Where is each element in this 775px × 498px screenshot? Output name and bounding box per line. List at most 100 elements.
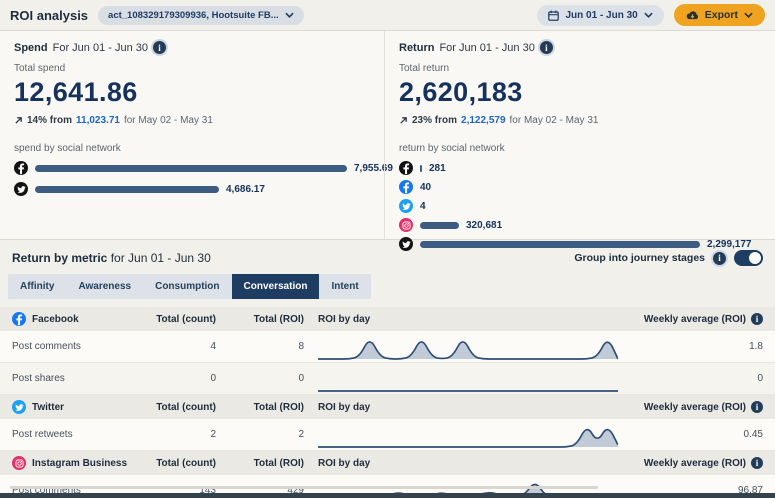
tab-conversation[interactable]: Conversation (232, 274, 320, 299)
date-range-label: Jun 01 - Jun 30 (565, 10, 637, 21)
page-title: ROI analysis (10, 8, 88, 23)
network-bar (420, 165, 422, 172)
network-label: Facebook (32, 314, 79, 325)
export-label: Export (705, 9, 738, 21)
metric-count: 0 (128, 373, 216, 384)
network-bar (420, 241, 700, 248)
network-bar-value: 2,299,177 (707, 239, 752, 250)
info-icon[interactable]: i (713, 252, 726, 265)
spend-panel: Spend For Jun 01 - Jun 30 i Total spend … (0, 31, 384, 239)
return-change-period: for May 02 - May 31 (510, 115, 599, 126)
tab-awareness[interactable]: Awareness (66, 274, 143, 299)
summary-panels: Spend For Jun 01 - Jun 30 i Total spend … (0, 31, 775, 240)
col-total-roi: Total (ROI) (216, 402, 304, 413)
metric-tabs: AffinityAwarenessConsumptionConversation… (8, 274, 371, 299)
return-change-pct: 23% from (412, 115, 457, 126)
table-row-post-retweets: Post retweets220.45 (0, 419, 775, 451)
twitter-dark-icon (399, 237, 413, 251)
instagram-icon (399, 218, 413, 232)
network-name: Facebook (0, 312, 128, 326)
date-range-picker[interactable]: Jun 01 - Jun 30 (537, 5, 663, 26)
total-return-value: 2,620,183 (399, 77, 761, 108)
network-bar-row: 40 (399, 180, 761, 194)
roi-analysis-page: ROI analysis act_108329179309936, Hootsu… (0, 0, 775, 498)
export-cloud-icon (686, 10, 699, 21)
return-previous-value-link[interactable]: 2,122,579 (461, 115, 506, 126)
ad-account-dropdown[interactable]: act_108329179309936, Hootsuite FB... (98, 6, 304, 25)
return-bars-label: return by social network (399, 143, 761, 154)
journey-stages-toggle[interactable] (734, 250, 763, 266)
return-panel: Return For Jun 01 - Jun 30 i Total retur… (385, 31, 775, 239)
col-total-count: Total (count) (128, 402, 216, 413)
metric-name: Post comments (0, 341, 128, 352)
metric-name: Post shares (0, 373, 128, 384)
toggle-knob (749, 252, 761, 264)
facebook-icon (12, 312, 26, 326)
weekly-average-label: Weekly average (ROI) (644, 314, 746, 325)
network-bar-value: 4 (420, 201, 426, 212)
network-bar (35, 186, 219, 193)
network-bar-row: 281 (399, 161, 761, 175)
section-header-instagram-business: Instagram BusinessTotal (count)Total (RO… (0, 451, 775, 475)
spend-subtitle: For Jun 01 - Jun 30 (53, 42, 148, 54)
info-icon[interactable]: i (751, 313, 763, 325)
info-icon[interactable]: i (153, 41, 166, 54)
metrics-title: Return by metric for Jun 01 - Jun 30 (12, 251, 211, 265)
tab-intent[interactable]: Intent (319, 274, 370, 299)
network-bar-row: 2,299,177 (399, 237, 761, 251)
col-roi-by-day: ROI by day (304, 458, 634, 469)
network-label: Instagram Business (32, 458, 127, 469)
spend-panel-title: Spend For Jun 01 - Jun 30 i (14, 41, 370, 54)
table-row-post-comments: Post comments481.8 (0, 331, 775, 363)
spend-title: Spend (14, 42, 48, 54)
network-bar (35, 165, 347, 172)
chevron-down-icon (744, 12, 753, 18)
network-name: Instagram Business (0, 456, 128, 470)
spend-change-period: for May 02 - May 31 (124, 115, 213, 126)
total-return-label: Total return (399, 63, 761, 74)
tab-affinity[interactable]: Affinity (8, 274, 66, 299)
metric-weekly-average: 0.45 (634, 429, 775, 440)
network-bar-value: 4,686.17 (226, 184, 265, 195)
col-weekly-average: Weekly average (ROI) i (634, 313, 775, 325)
network-name: Twitter (0, 400, 128, 414)
metric-roi: 8 (216, 341, 304, 352)
metric-name: Post retweets (0, 429, 128, 440)
facebook-dark-icon (14, 161, 28, 175)
horizontal-scrollbar[interactable] (10, 486, 598, 489)
metrics-title-text: Return by metric (12, 251, 107, 265)
ad-account-label: act_108329179309936, Hootsuite FB... (108, 10, 279, 21)
info-icon[interactable]: i (540, 41, 553, 54)
twitter-icon (12, 400, 26, 414)
twitter-icon (399, 199, 413, 213)
facebook-icon (399, 180, 413, 194)
network-bar-value: 40 (420, 182, 431, 193)
network-bar-row: 4 (399, 199, 761, 213)
total-spend-value: 12,641.86 (14, 77, 370, 108)
spend-previous-value-link[interactable]: 11,023.71 (76, 115, 120, 126)
info-icon[interactable]: i (751, 457, 763, 469)
top-bar: ROI analysis act_108329179309936, Hootsu… (0, 0, 775, 31)
instagram-icon (12, 456, 26, 470)
metric-roi: 2 (216, 429, 304, 440)
info-icon[interactable]: i (751, 401, 763, 413)
return-by-metric-section: Return by metric for Jun 01 - Jun 30 Gro… (0, 240, 775, 498)
total-spend-label: Total spend (14, 63, 370, 74)
facebook-dark-icon (399, 161, 413, 175)
metrics-table: FacebookTotal (count)Total (ROI)ROI by d… (0, 307, 775, 498)
col-total-count: Total (count) (128, 314, 216, 325)
journey-stages-label: Group into journey stages (574, 252, 705, 264)
spend-by-network-chart: 7,955.694,686.17 (14, 161, 370, 196)
export-button[interactable]: Export (674, 4, 765, 26)
tab-consumption[interactable]: Consumption (143, 274, 231, 299)
metrics-subtitle: for Jun 01 - Jun 30 (111, 251, 211, 265)
return-by-network-chart: 281404320,6812,299,177 (399, 161, 761, 251)
roi-by-day-sparkline (318, 364, 618, 394)
window-bottom-edge (0, 493, 775, 498)
roi-by-day-sparkline (318, 420, 618, 450)
col-total-roi: Total (ROI) (216, 458, 304, 469)
return-change-line: 23% from 2,122,579 for May 02 - May 31 (399, 115, 761, 126)
weekly-average-label: Weekly average (ROI) (644, 402, 746, 413)
calendar-icon (548, 10, 559, 21)
metric-sparkline-cell (304, 332, 634, 362)
